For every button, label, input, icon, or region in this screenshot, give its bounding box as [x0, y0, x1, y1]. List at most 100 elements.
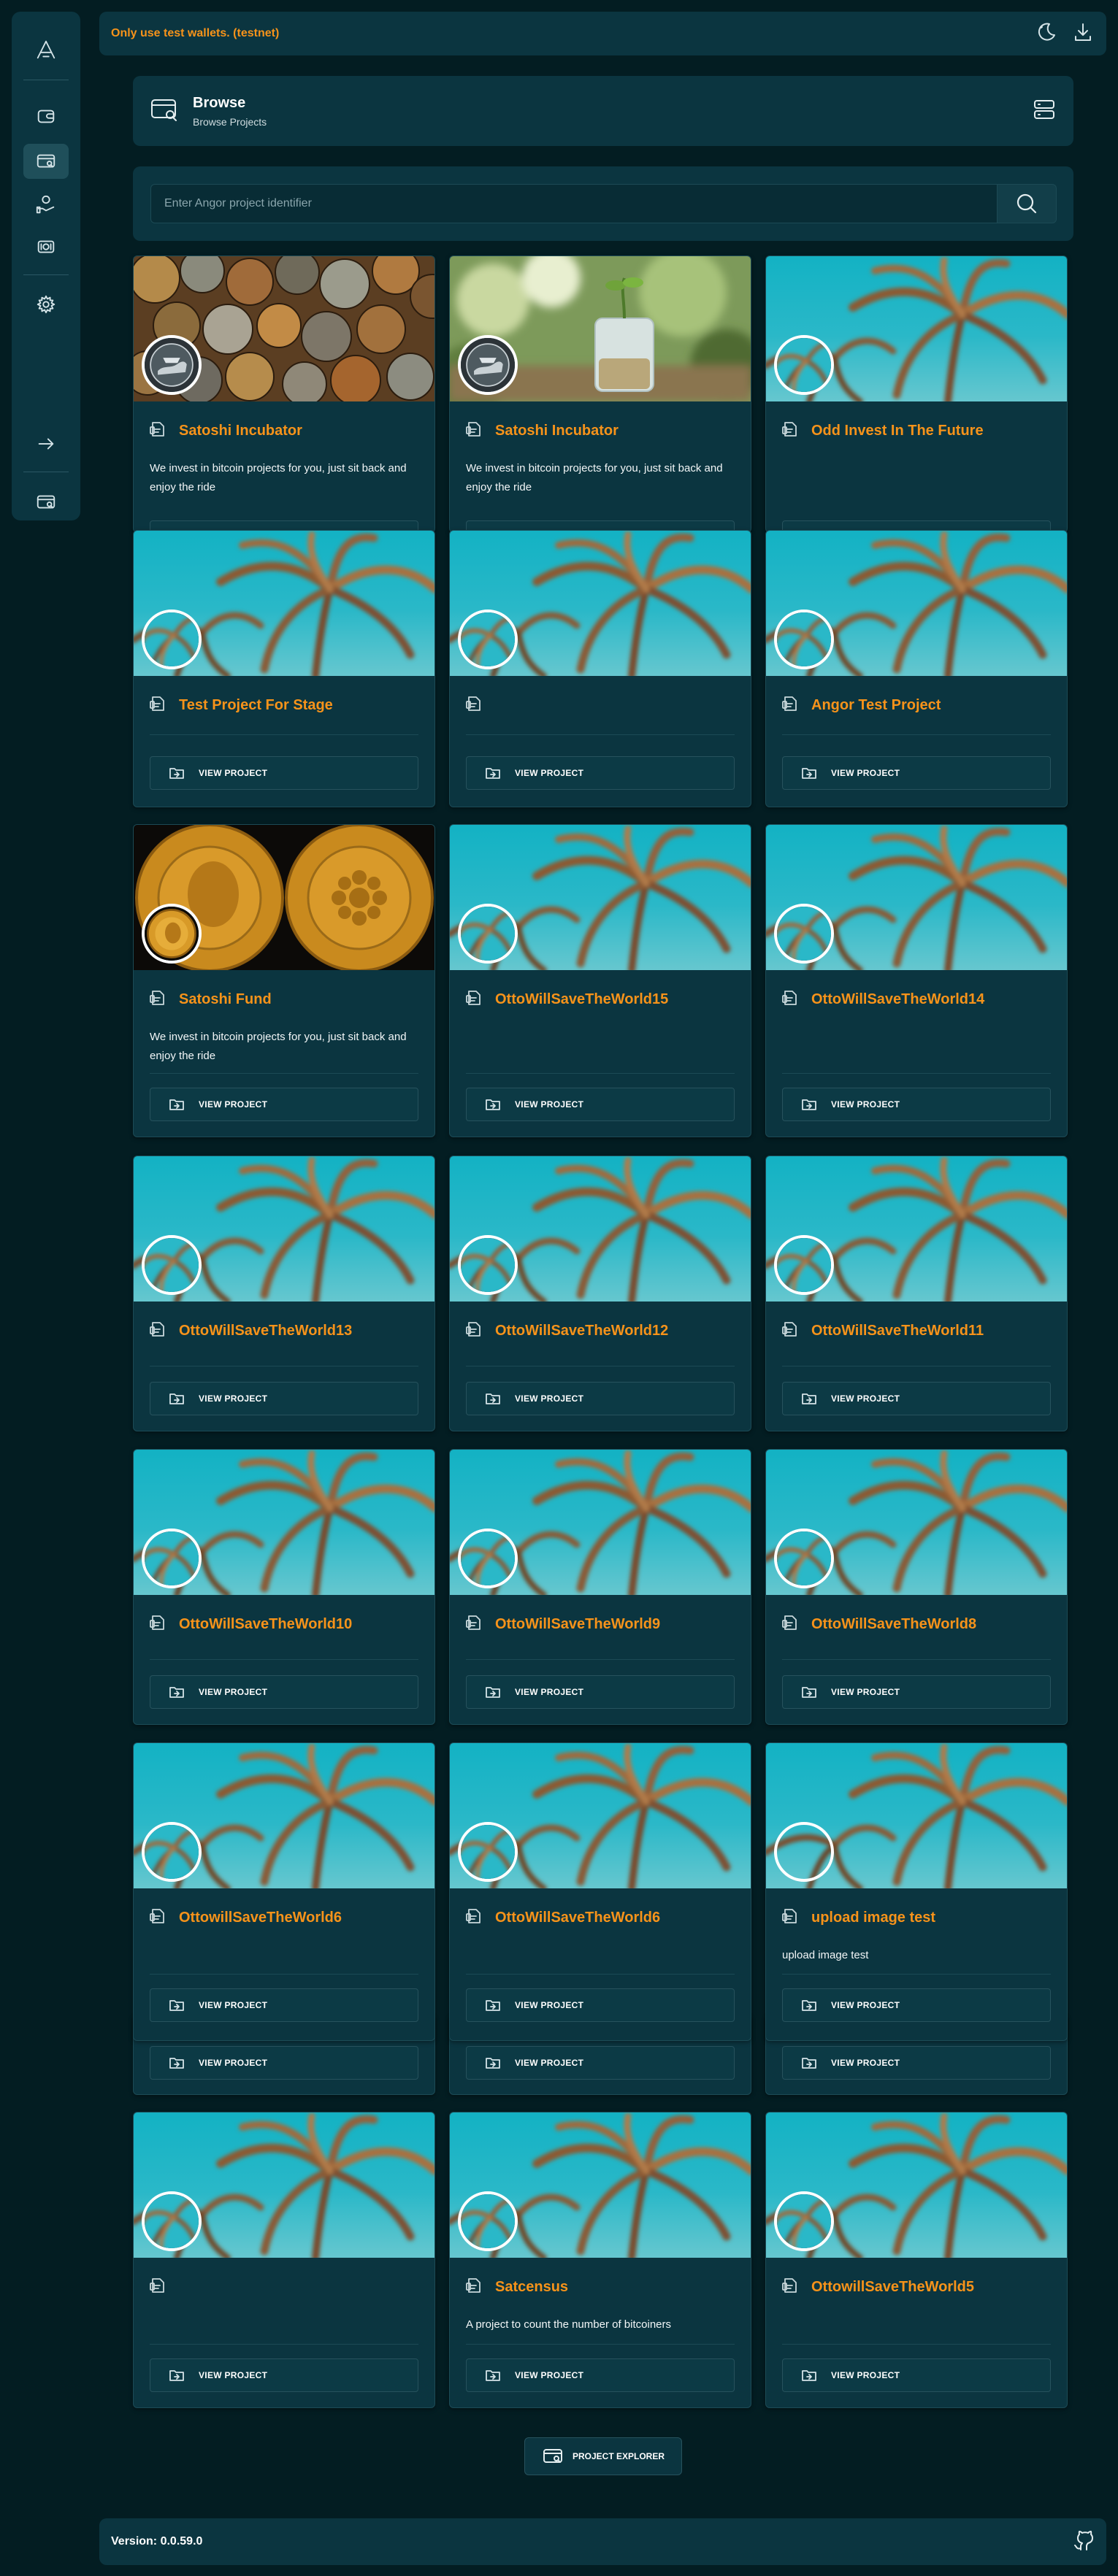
project-title[interactable]: upload image test [811, 1910, 935, 1926]
project-title[interactable]: Odd Invest In The Future [811, 423, 984, 439]
footer: Version: 0.0.59.0 [99, 2518, 1106, 2565]
theme-toggle-icon[interactable] [1035, 20, 1058, 47]
arrow-right-icon [38, 438, 54, 450]
install-icon[interactable] [1071, 20, 1095, 47]
project-avatar [774, 1235, 834, 1295]
sidebar-item-browse[interactable] [23, 144, 69, 179]
project-explorer-label: PROJECT EXPLORER [572, 2451, 665, 2461]
view-project-button[interactable]: VIEW PROJECT [150, 1988, 418, 2022]
project-title[interactable]: Satoshi Incubator [179, 423, 302, 439]
view-project-button[interactable]: VIEW PROJECT [782, 1675, 1051, 1709]
project-icon [464, 420, 483, 442]
view-project-button[interactable]: VIEW PROJECT [782, 756, 1051, 790]
project-title[interactable]: OttoWillSaveTheWorld6 [495, 1910, 660, 1926]
project-avatar [142, 1822, 202, 1882]
project-card: OttoWillSaveTheWorld15 VIEW PROJECT [449, 824, 751, 1137]
project-card: upload image test upload image test VIEW P… [765, 1742, 1068, 2041]
project-title[interactable]: Satoshi Fund [179, 991, 272, 1008]
view-project-button[interactable]: VIEW PROJECT [150, 756, 418, 790]
page-title: Browse [193, 94, 246, 111]
project-avatar [142, 904, 202, 964]
view-project-button[interactable]: VIEW PROJECT [150, 1088, 418, 1121]
project-title[interactable]: OttowillSaveTheWorld5 [811, 2279, 974, 2296]
sidebar-item-wallet[interactable] [23, 99, 69, 134]
browse-icon [37, 154, 55, 168]
view-project-button[interactable]: VIEW PROJECT [466, 756, 735, 790]
project-title[interactable]: OttoWillSaveTheWorld14 [811, 991, 984, 1008]
view-project-button[interactable]: VIEW PROJECT [150, 2358, 418, 2392]
view-project-button[interactable]: VIEW PROJECT [466, 2358, 735, 2392]
project-card: Odd Invest In The FutureVIEW PROJECT [765, 255, 1068, 533]
sidebar-item-explorer[interactable] [23, 485, 69, 520]
project-title[interactable]: OttoWillSaveTheWorld9 [495, 1616, 660, 1633]
view-project-label: VIEW PROJECT [515, 1687, 584, 1697]
project-avatar [142, 1235, 202, 1295]
project-avatar [774, 904, 834, 964]
view-project-label: VIEW PROJECT [199, 1099, 268, 1110]
view-project-button[interactable]: VIEW PROJECT [466, 2046, 735, 2080]
search-input[interactable] [150, 184, 1013, 223]
view-project-label: VIEW PROJECT [515, 2058, 584, 2068]
project-card: Satoshi Incubator We invest in bitcoin pr… [449, 255, 751, 533]
view-project-label: VIEW PROJECT [831, 2058, 900, 2068]
view-project-button[interactable]: VIEW PROJECT [782, 1382, 1051, 1415]
view-project-label: VIEW PROJECT [515, 2000, 584, 2010]
folder-arrow-icon [802, 2000, 816, 2011]
project-avatar [142, 610, 202, 669]
view-project-button[interactable]: VIEW PROJECT [782, 1088, 1051, 1121]
card-divider [466, 1073, 735, 1074]
view-project-button[interactable]: VIEW PROJECT [466, 1382, 735, 1415]
view-project-button[interactable]: VIEW PROJECT [150, 1675, 418, 1709]
project-title[interactable]: OttowillSaveTheWorld6 [179, 1910, 342, 1926]
view-project-button[interactable]: VIEW PROJECT [466, 1988, 735, 2022]
github-icon[interactable] [1073, 2529, 1095, 2555]
view-project-button[interactable]: VIEW PROJECT [466, 1088, 735, 1121]
project-avatar [774, 335, 834, 395]
project-card: VIEW PROJECT [133, 2112, 435, 2408]
project-title[interactable]: OttoWillSaveTheWorld12 [495, 1323, 668, 1339]
sidebar-item-founder[interactable] [23, 229, 69, 264]
card-divider [782, 1974, 1051, 1975]
project-icon [148, 694, 167, 717]
folder-arrow-icon [169, 1687, 184, 1698]
project-icon [148, 420, 167, 442]
project-explorer-button[interactable]: PROJECT EXPLORER [524, 2437, 682, 2475]
view-project-label: VIEW PROJECT [199, 1687, 268, 1697]
view-project-button[interactable]: VIEW PROJECT [466, 1675, 735, 1709]
view-project-button[interactable]: VIEW PROJECT [782, 2046, 1051, 2080]
project-title[interactable]: OttoWillSaveTheWorld11 [811, 1323, 984, 1339]
project-title[interactable]: Satcensus [495, 2279, 568, 2296]
project-avatar [458, 1822, 518, 1882]
project-title[interactable]: OttoWillSaveTheWorld15 [495, 991, 668, 1008]
angor-logo-icon[interactable] [23, 32, 69, 67]
project-icon [781, 1907, 800, 1929]
project-icon [464, 694, 483, 717]
sidebar-item-sign-out[interactable] [23, 426, 69, 461]
project-title[interactable]: OttoWillSaveTheWorld13 [179, 1323, 352, 1339]
view-project-button[interactable]: VIEW PROJECT [150, 2046, 418, 2080]
project-icon [464, 1907, 483, 1929]
project-title[interactable]: OttoWillSaveTheWorld8 [811, 1616, 976, 1633]
sidebar-item-settings[interactable] [23, 287, 69, 322]
portfolio-icon [36, 195, 55, 214]
card-divider [150, 1659, 418, 1660]
view-project-button[interactable]: VIEW PROJECT [782, 1988, 1051, 2022]
folder-arrow-icon [802, 2370, 816, 2381]
folder-arrow-icon [802, 1099, 816, 1110]
search-button[interactable] [997, 184, 1057, 223]
list-view-toggle-icon[interactable] [1031, 96, 1057, 126]
project-title[interactable]: Test Project For Stage [179, 697, 333, 714]
view-project-label: VIEW PROJECT [831, 768, 900, 778]
gear-icon [37, 295, 55, 314]
project-card: OttoWillSaveTheWorld14 VIEW PROJECT [765, 824, 1068, 1137]
project-avatar [774, 1822, 834, 1882]
project-card: OttoWillSaveTheWorld10 VIEW PROJECT [133, 1449, 435, 1725]
view-project-button[interactable]: VIEW PROJECT [150, 1382, 418, 1415]
view-project-label: VIEW PROJECT [831, 1687, 900, 1697]
project-title[interactable]: Angor Test Project [811, 697, 941, 714]
project-title[interactable]: OttoWillSaveTheWorld10 [179, 1616, 352, 1633]
project-title[interactable]: Satoshi Incubator [495, 423, 619, 439]
project-avatar [142, 335, 202, 395]
sidebar-item-portfolio[interactable] [23, 187, 69, 222]
view-project-button[interactable]: VIEW PROJECT [782, 2358, 1051, 2392]
